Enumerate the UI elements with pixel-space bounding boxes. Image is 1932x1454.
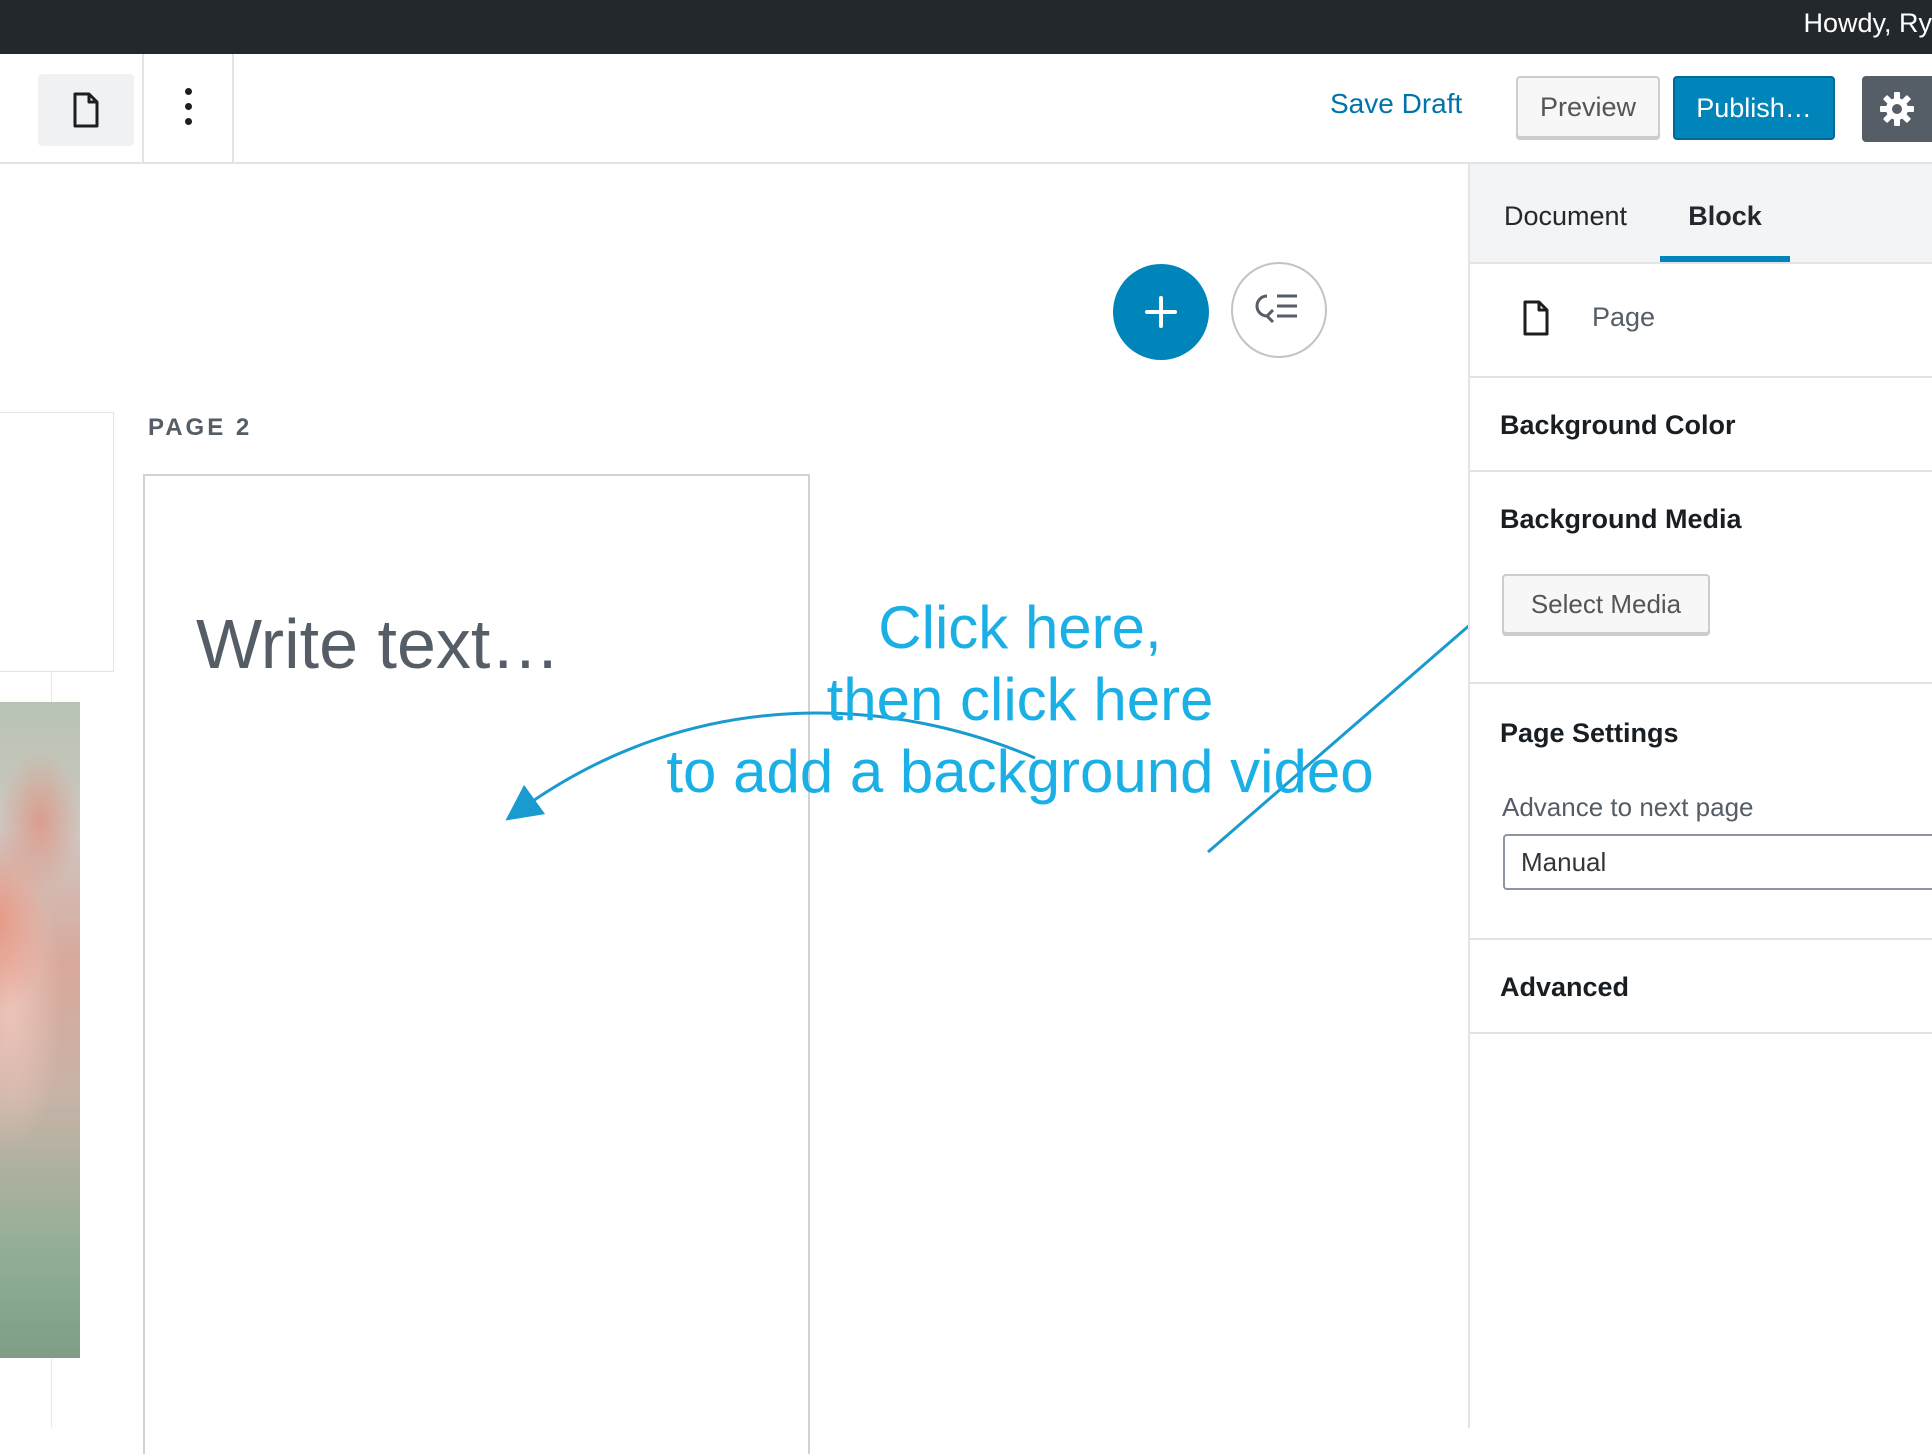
settings-sidebar: Document Block Page Background Color Bac…	[1468, 164, 1932, 1428]
page-icon	[1523, 300, 1549, 336]
sidebar-tabs: Document Block	[1470, 164, 1932, 264]
panel-page-settings: Page Settings Advance to next page Manua…	[1470, 684, 1932, 940]
panel-title-page-settings[interactable]: Page Settings	[1500, 718, 1679, 749]
advance-to-next-page-select[interactable]: Manual	[1503, 834, 1932, 890]
panel-advanced[interactable]: Advanced	[1470, 940, 1932, 1034]
block-name: Page	[1592, 302, 1656, 332]
annotation-line-2: then click here	[826, 666, 1214, 733]
tab-block[interactable]: Block	[1660, 164, 1790, 262]
panel-background-media: Background Media Select Media	[1470, 472, 1932, 684]
annotation-line-1: Click here,	[878, 594, 1162, 661]
select-media-button[interactable]: Select Media	[1502, 574, 1710, 634]
block-card: Page	[1470, 264, 1932, 378]
annotation-text: Click here, then click here to add a bac…	[640, 592, 1400, 808]
panel-title-background-color[interactable]: Background Color	[1500, 410, 1736, 441]
panel-background-color[interactable]: Background Color	[1470, 378, 1932, 472]
advance-to-next-page-label: Advance to next page	[1502, 792, 1754, 822]
tab-document[interactable]: Document	[1504, 164, 1627, 262]
panel-title-background-media[interactable]: Background Media	[1500, 504, 1742, 535]
annotation-line-3: to add a background video	[666, 738, 1374, 805]
panel-title-advanced[interactable]: Advanced	[1500, 972, 1629, 1003]
